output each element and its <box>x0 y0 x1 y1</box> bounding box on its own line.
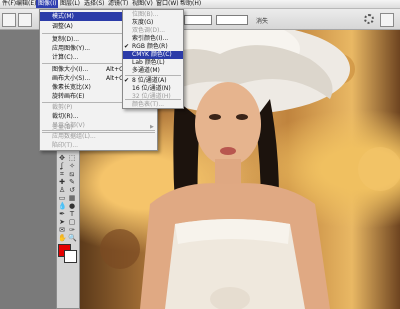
menu-item-label: 图像大小(I)... <box>52 66 89 73</box>
image-menu-item[interactable]: 裁切(R)... <box>40 112 157 121</box>
blur-tool-icon[interactable]: 💧 <box>58 202 67 210</box>
mode-menu-item[interactable]: 16 位/通道(N) <box>123 85 183 93</box>
magic-wand-icon[interactable]: ✧ <box>68 162 76 170</box>
mode-menu-item[interactable]: CMYK 颜色(C) <box>123 51 183 59</box>
menu-bar: 件(F) 编辑(E) 图像(I) 图层(L) 选择(S) 滤镜(T) 视图(V)… <box>0 0 400 9</box>
tool-preset-icon[interactable] <box>2 13 16 27</box>
dodge-tool-icon[interactable]: ● <box>68 202 76 210</box>
image-menu-item[interactable]: 应用数据组(L)... <box>40 132 157 141</box>
eyedropper-icon[interactable]: ✑ <box>68 226 76 234</box>
menu-item-label: 32 位/通道(H) <box>132 93 171 100</box>
option-label: 消失 <box>256 18 269 25</box>
type-tool-icon[interactable]: T <box>68 210 76 218</box>
menu-item-label: 像素长宽比(X) <box>52 84 91 91</box>
zoom-tool-icon[interactable]: 🔍 <box>68 234 77 242</box>
slice-tool-icon[interactable]: ⧅ <box>68 170 76 178</box>
healing-brush-icon[interactable]: ✚ <box>58 178 66 186</box>
path-select-icon[interactable]: ➤ <box>58 218 66 226</box>
background-color-swatch[interactable] <box>64 250 77 263</box>
menu-item-label: 陷印(T)... <box>52 142 79 149</box>
mode-menu-item[interactable]: 32 位/通道(H) <box>123 93 183 101</box>
gradient-tool-icon[interactable]: ▦ <box>68 194 76 202</box>
checkmark-icon: ✔ <box>124 43 130 50</box>
menu-item-label: 复制(D)... <box>52 36 80 43</box>
option-input[interactable] <box>216 15 248 25</box>
menu-item-label: 灰度(G) <box>132 19 154 26</box>
menu-filter[interactable]: 滤镜(T) <box>106 0 130 8</box>
brush-options-icon[interactable] <box>364 14 374 24</box>
mode-menu-item[interactable]: 灰度(G) <box>123 19 183 27</box>
menu-item-label: 多通道(M) <box>132 67 160 74</box>
mode-menu-item[interactable]: 索引颜色(I)... <box>123 35 183 43</box>
mode-menu-item[interactable]: 双色调(D)... <box>123 27 183 35</box>
menu-separator <box>125 75 181 76</box>
stamp-tool-icon[interactable]: ♙ <box>58 186 66 194</box>
menu-item-label: 颜色表(T)... <box>132 101 165 108</box>
notes-tool-icon[interactable]: ✉ <box>58 226 66 234</box>
menu-item-label: 裁剪(P) <box>52 104 73 111</box>
menu-item-label: CMYK 颜色(C) <box>132 51 172 58</box>
menu-item-label: 双色调(D)... <box>132 27 166 34</box>
image-menu-item[interactable]: 变量(B) ▶ <box>40 123 157 132</box>
option-dropdown[interactable] <box>184 15 212 25</box>
lasso-tool-icon[interactable]: ʆ <box>58 162 66 170</box>
menu-view[interactable]: 视图(V) <box>130 0 155 8</box>
menu-item-label: 位图(B)... <box>132 11 159 18</box>
menu-edit[interactable]: 编辑(E) <box>14 0 38 8</box>
menu-item-label: 画布大小(S)... <box>52 75 91 82</box>
menu-item-label: 裁切(R)... <box>52 113 79 120</box>
menu-item-label: RGB 颜色(R) <box>132 43 168 50</box>
hand-tool-icon[interactable]: ✋ <box>58 234 67 242</box>
menu-item-label: 8 位/通道(A) <box>132 77 167 84</box>
menu-item-label: 变量(B) <box>52 124 73 131</box>
checkmark-icon: ✔ <box>124 77 130 84</box>
crop-tool-icon[interactable]: ⌗ <box>58 170 66 178</box>
mode-menu-item[interactable]: ✔ 8 位/通道(A) <box>123 77 183 85</box>
eraser-tool-icon[interactable]: ▭ <box>58 194 66 202</box>
mode-submenu: 位图(B)... 灰度(G) 双色调(D)... 索引颜色(I)... ✔ RGB 颜色(… <box>122 9 184 109</box>
history-brush-icon[interactable]: ↺ <box>68 186 76 194</box>
shape-tool-icon[interactable]: ▢ <box>68 218 76 226</box>
mode-menu-item[interactable]: ✔ RGB 颜色(R) <box>123 43 183 51</box>
menu-select[interactable]: 选择(S) <box>82 0 107 8</box>
mode-menu-item[interactable]: 位图(B)... <box>123 11 183 19</box>
mode-menu-item[interactable]: 颜色表(T)... <box>123 101 183 109</box>
menu-item-label: 应用数据组(L)... <box>52 133 96 140</box>
menu-item-label: 计算(C)... <box>52 54 79 61</box>
menu-window[interactable]: 窗口(W) <box>154 0 181 8</box>
menu-item-label: 调整(A) <box>52 23 73 30</box>
palette-well-icon[interactable] <box>380 13 394 27</box>
brush-tool-icon[interactable]: ✎ <box>68 178 76 186</box>
submenu-arrow-icon: ▶ <box>150 124 154 130</box>
menu-layer[interactable]: 图层(L) <box>58 0 82 8</box>
menu-item-label: 应用图像(Y)... <box>52 45 91 52</box>
menu-item-label: 旋转画布(E) <box>52 93 85 100</box>
image-menu-item[interactable]: 陷印(T)... <box>40 141 157 150</box>
menu-item-label: 16 位/通道(N) <box>132 85 171 92</box>
marquee-tool-icon[interactable]: ⬚ <box>68 154 76 162</box>
brush-preset-icon[interactable] <box>18 13 32 27</box>
menu-item-label: 模式(M) <box>52 13 74 20</box>
menu-item-label: 索引颜色(I)... <box>132 35 169 42</box>
mode-menu-item[interactable]: Lab 颜色(L) <box>123 59 183 67</box>
move-tool-icon[interactable]: ✥ <box>58 154 66 162</box>
menu-help[interactable]: 帮助(H) <box>178 0 203 8</box>
menu-image[interactable]: 图像(I) <box>36 0 59 8</box>
pen-tool-icon[interactable]: ✒ <box>58 210 66 218</box>
menu-item-label: Lab 颜色(L) <box>132 59 165 66</box>
mode-menu-item[interactable]: 多通道(M) <box>123 67 183 75</box>
